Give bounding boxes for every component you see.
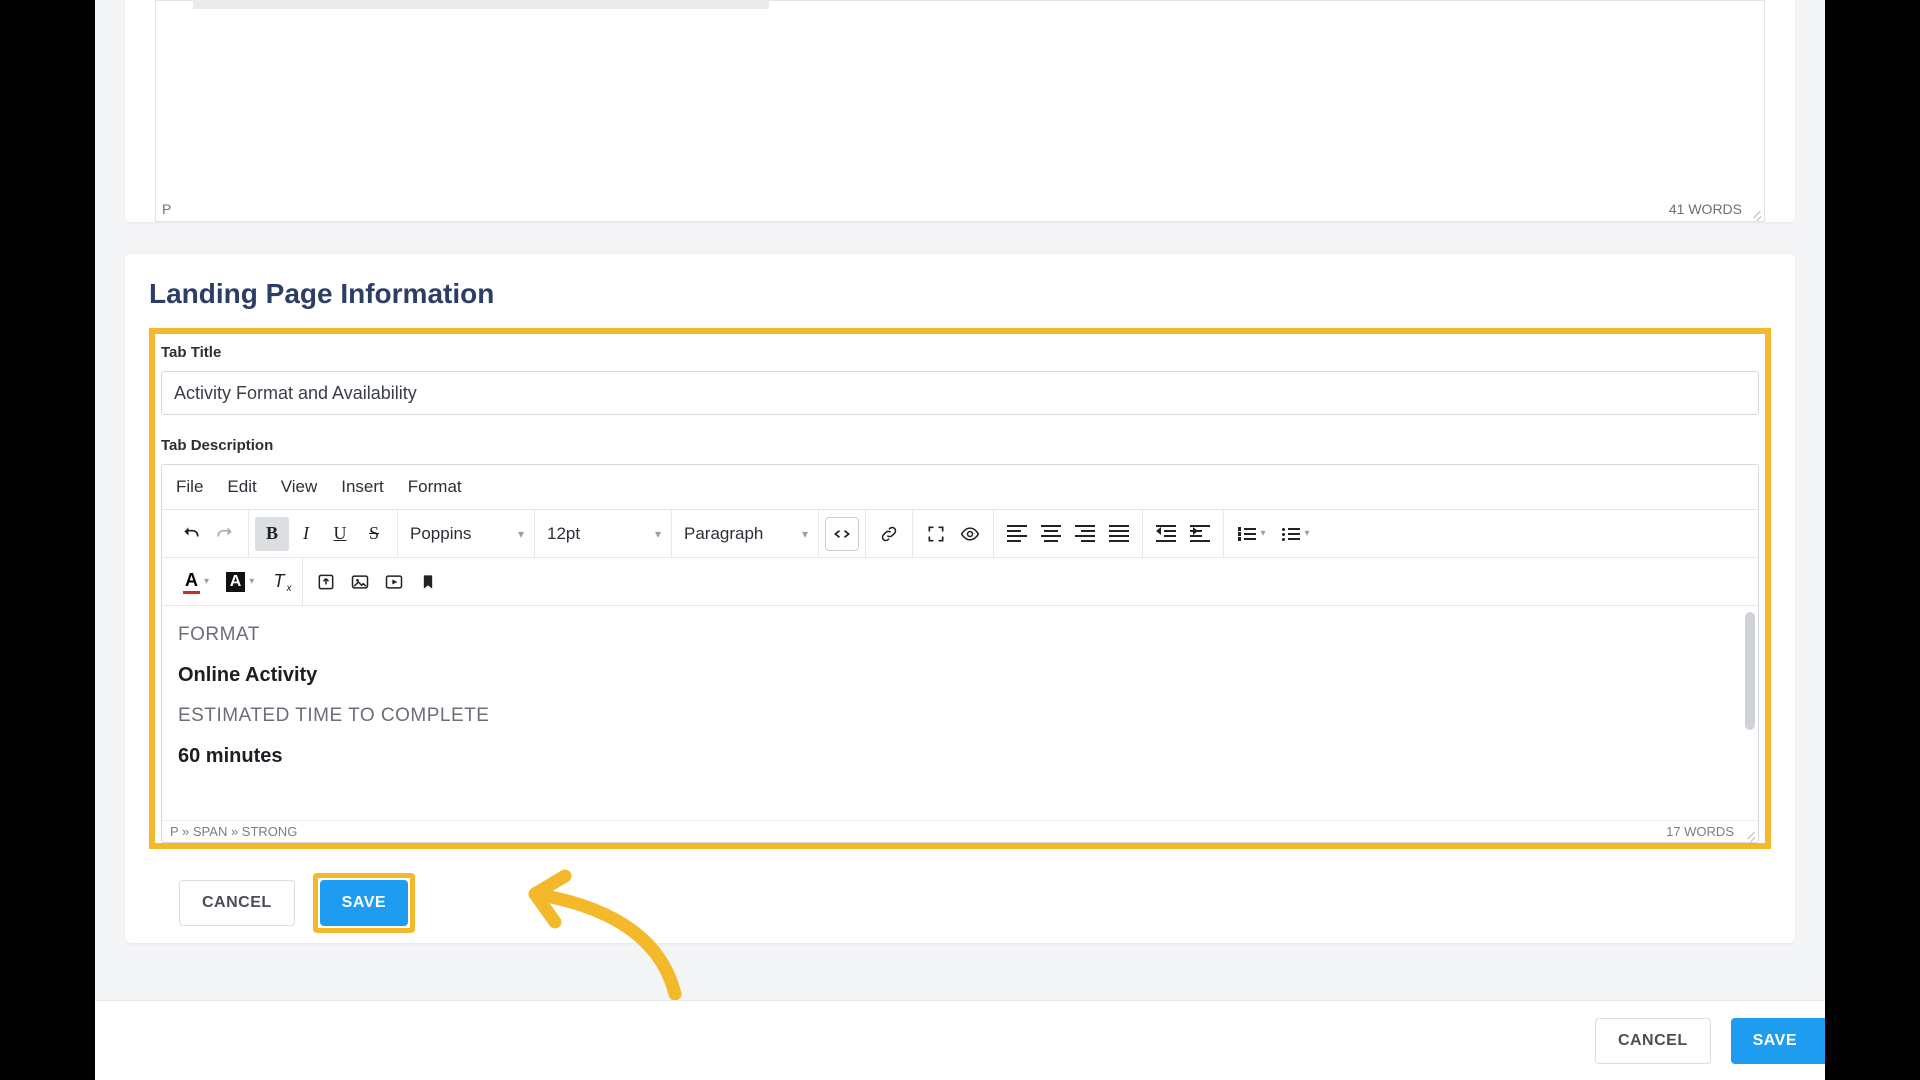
- preview-button[interactable]: [953, 517, 987, 551]
- chevron-down-icon: ▾: [1260, 528, 1265, 539]
- scrollbar-thumb[interactable]: [1745, 612, 1755, 730]
- block-format-value: Paragraph: [684, 524, 763, 544]
- menu-insert[interactable]: Insert: [341, 477, 384, 497]
- link-button[interactable]: [872, 517, 906, 551]
- media-button[interactable]: [377, 565, 411, 599]
- content-heading: FORMAT: [178, 624, 1742, 646]
- bullet-list-button[interactable]: ▾: [1274, 517, 1318, 551]
- upper-editor-path: P: [162, 201, 171, 217]
- undo-icon[interactable]: [174, 517, 208, 551]
- chevron-down-icon: ▾: [518, 527, 524, 541]
- cancel-button[interactable]: CANCEL: [179, 880, 295, 926]
- upper-editor-card: P 41 WORDS: [125, 0, 1795, 222]
- indent-button[interactable]: [1183, 517, 1217, 551]
- source-code-button[interactable]: [825, 517, 859, 551]
- content-line: 60 minutes: [178, 745, 1742, 768]
- annotation-highlight-box: Tab Title Tab Description File Edit View…: [149, 328, 1771, 849]
- tab-title-label: Tab Title: [161, 344, 1765, 361]
- editor-menubar: File Edit View Insert Format: [162, 465, 1758, 510]
- menu-view[interactable]: View: [281, 477, 318, 497]
- resize-handle-icon[interactable]: [1748, 205, 1762, 219]
- editor-content-area[interactable]: FORMAT Online Activity ESTIMATED TIME TO…: [162, 606, 1758, 820]
- italic-button[interactable]: I: [289, 517, 323, 551]
- landing-page-card: Landing Page Information Tab Title Tab D…: [125, 254, 1795, 943]
- rich-text-editor: File Edit View Insert Format: [161, 464, 1759, 843]
- page-root: P 41 WORDS Landing Page Information Tab …: [95, 0, 1825, 1080]
- align-right-button[interactable]: [1068, 517, 1102, 551]
- align-justify-button[interactable]: [1102, 517, 1136, 551]
- bold-button[interactable]: B: [255, 517, 289, 551]
- resize-handle-icon[interactable]: [1742, 826, 1756, 840]
- text-color-button[interactable]: A ▾: [174, 565, 218, 599]
- background-color-button[interactable]: A ▾: [218, 565, 262, 599]
- bookmark-button[interactable]: [411, 565, 445, 599]
- editor-statusbar: P » SPAN » STRONG 17 WORDS: [162, 820, 1758, 842]
- footer-cancel-button[interactable]: CANCEL: [1595, 1018, 1711, 1064]
- upload-button[interactable]: [309, 565, 343, 599]
- chevron-down-icon: ▾: [1304, 528, 1309, 539]
- menu-edit[interactable]: Edit: [227, 477, 256, 497]
- chevron-down-icon: ▾: [802, 527, 808, 541]
- strikethrough-button[interactable]: S: [357, 517, 391, 551]
- content-line: Online Activity: [178, 664, 1742, 687]
- chevron-down-icon: ▾: [204, 576, 209, 587]
- redo-icon[interactable]: [208, 517, 242, 551]
- font-family-value: Poppins: [410, 524, 471, 544]
- font-size-value: 12pt: [547, 524, 580, 544]
- toolbar-row-2: A ▾ A ▾ Tx: [162, 558, 1758, 606]
- form-actions: CANCEL SAVE: [179, 873, 1771, 933]
- selected-text-fragment: [193, 0, 769, 9]
- menu-file[interactable]: File: [176, 477, 203, 497]
- image-button[interactable]: [343, 565, 377, 599]
- font-size-select[interactable]: 12pt ▾: [535, 517, 671, 551]
- upper-editor-wordcount: 41 WORDS: [1669, 201, 1742, 217]
- save-button[interactable]: SAVE: [320, 880, 408, 926]
- upper-editor-body: P 41 WORDS: [155, 0, 1765, 222]
- toolbar-row-1: B I U S Poppins▾ 12pt▾ Paragr: [162, 510, 1758, 558]
- tab-description-label: Tab Description: [161, 437, 1765, 454]
- numbered-list-button[interactable]: ▾: [1230, 517, 1274, 551]
- annotation-save-highlight: SAVE: [313, 873, 415, 933]
- clear-formatting-button[interactable]: Tx: [262, 565, 296, 599]
- chevron-down-icon: ▾: [655, 527, 661, 541]
- chevron-down-icon: ▾: [249, 576, 254, 587]
- content-heading: ESTIMATED TIME TO COMPLETE: [178, 705, 1742, 727]
- block-format-select[interactable]: Paragraph ▾: [672, 517, 818, 551]
- menu-format[interactable]: Format: [408, 477, 462, 497]
- word-count: 17 WORDS: [1666, 824, 1734, 839]
- footer-save-button[interactable]: SAVE: [1731, 1018, 1825, 1064]
- section-heading: Landing Page Information: [149, 278, 1771, 310]
- page-footer-actions: CANCEL SAVE: [95, 1000, 1825, 1080]
- tab-title-input[interactable]: [161, 371, 1759, 415]
- font-family-select[interactable]: Poppins ▾: [398, 517, 534, 551]
- underline-button[interactable]: U: [323, 517, 357, 551]
- align-left-button[interactable]: [1000, 517, 1034, 551]
- fullscreen-button[interactable]: [919, 517, 953, 551]
- outdent-button[interactable]: [1149, 517, 1183, 551]
- element-path: P » SPAN » STRONG: [170, 824, 297, 839]
- align-center-button[interactable]: [1034, 517, 1068, 551]
